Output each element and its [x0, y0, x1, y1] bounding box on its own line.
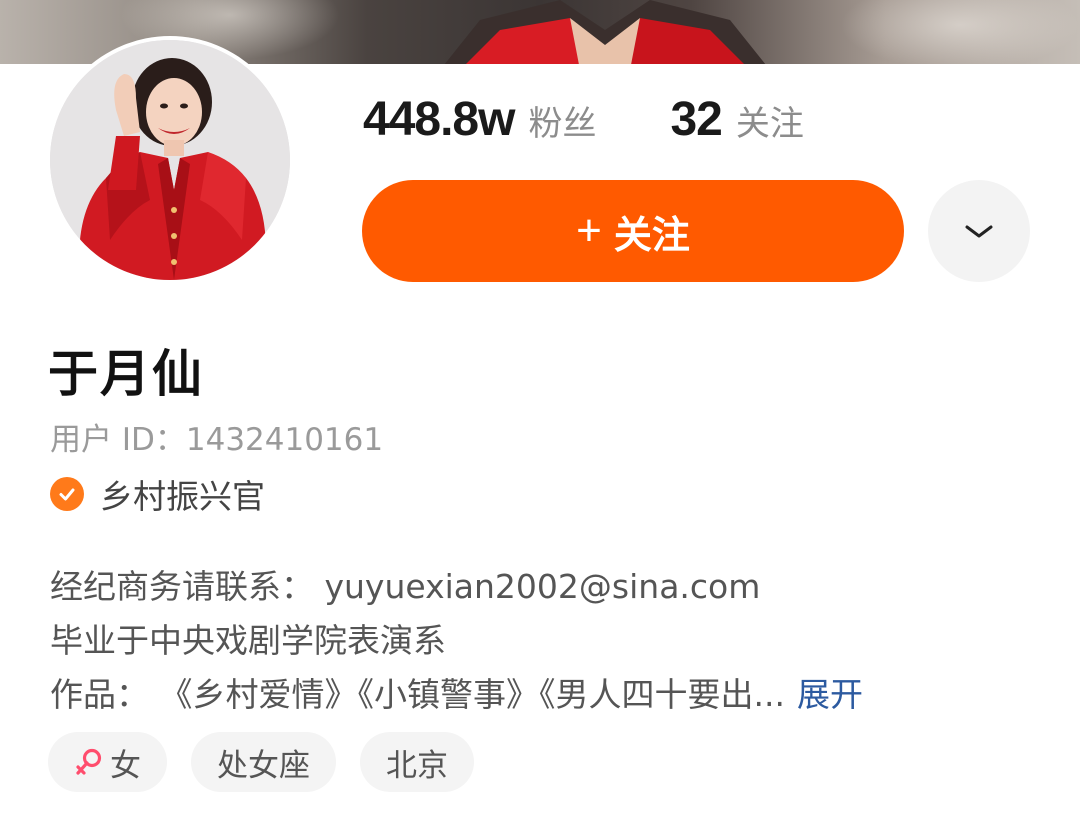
more-options-button[interactable]: [928, 180, 1030, 282]
user-id[interactable]: 用户 ID：1432410161: [50, 414, 383, 459]
bio-line-education: 毕业于中央戏剧学院表演系: [50, 621, 446, 660]
followers-count: 448.8w: [363, 93, 515, 146]
tag-gender-label: 女: [110, 747, 141, 784]
tag-location[interactable]: 北京: [360, 732, 474, 792]
tag-zodiac[interactable]: 处女座: [191, 732, 336, 792]
avatar-photo: [50, 40, 290, 280]
stats-bar: 448.8w 粉丝 32 关注: [363, 92, 804, 156]
tag-gender[interactable]: 女: [48, 732, 167, 792]
following-count: 32: [670, 93, 722, 146]
tag-zodiac-label: 处女座: [217, 747, 310, 784]
bio-line-works: 作品： 《乡村爱情》《小镇警事》《男人四十要出... 展开: [50, 668, 863, 716]
plus-icon: +: [576, 206, 602, 255]
avatar[interactable]: [46, 36, 294, 284]
verification-row[interactable]: 乡村振兴官: [50, 470, 265, 518]
expand-link[interactable]: 展开: [797, 675, 863, 714]
profile-name: 于月仙: [48, 345, 204, 403]
profile-page: 448.8w 粉丝 32 关注 + 关注 于月仙 用户 ID：143241016…: [0, 0, 1080, 823]
verified-title: 乡村振兴官: [100, 477, 265, 516]
followers-label: 粉丝: [528, 104, 597, 144]
following-label: 关注: [735, 104, 804, 144]
chevron-down-icon: [965, 225, 993, 238]
bio-works-text: 作品： 《乡村爱情》《小镇警事》《男人四十要出...: [50, 675, 785, 714]
verified-check-icon: [50, 477, 84, 511]
cover-figure-collar: [444, 0, 766, 64]
tag-location-label: 北京: [386, 747, 448, 784]
follow-button-label: 关注: [613, 214, 690, 257]
followers-stat[interactable]: 448.8w 粉丝: [363, 92, 596, 147]
follow-button[interactable]: + 关注: [362, 180, 904, 282]
bio-line-contact: 经纪商务请联系： yuyuexian2002@sina.com: [50, 567, 761, 606]
female-icon: [74, 746, 104, 778]
tag-list: 女 处女座 北京: [48, 732, 498, 792]
following-stat[interactable]: 32 关注: [670, 92, 803, 147]
